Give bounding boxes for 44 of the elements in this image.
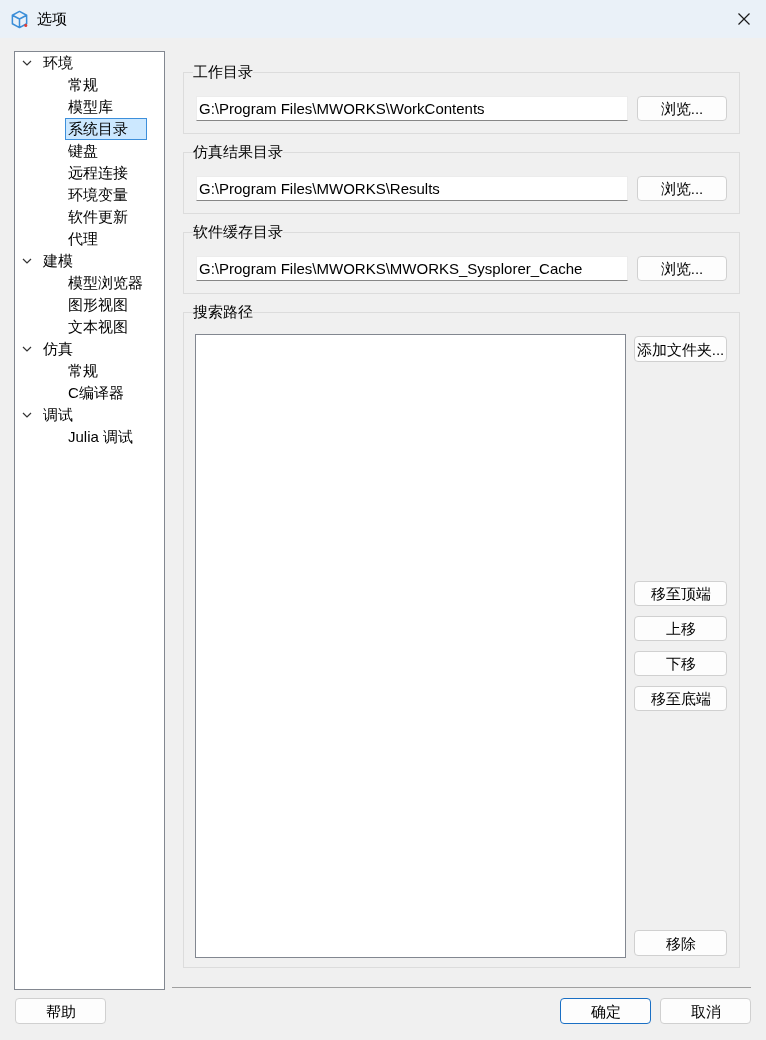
tree-item[interactable]: 环境变量	[65, 184, 147, 206]
path-field[interactable]: G:\Program Files\MWORKS\Results	[196, 176, 628, 201]
group-title: 仿真结果目录	[193, 142, 283, 162]
tree-item[interactable]: 模型浏览器	[65, 272, 162, 294]
tree-item[interactable]: 环境	[40, 52, 80, 74]
chevron-down-icon[interactable]	[22, 256, 32, 266]
move-to-bottom-button[interactable]: 移至底端	[634, 686, 727, 711]
tree-item[interactable]: 模型库	[65, 96, 132, 118]
tree-item[interactable]: 建模	[40, 250, 80, 272]
path-field[interactable]: G:\Program Files\MWORKS\WorkContents	[196, 96, 628, 121]
chevron-down-icon[interactable]	[22, 58, 32, 68]
path-field[interactable]: G:\Program Files\MWORKS\MWORKS_Sysplorer_Cache	[196, 256, 628, 281]
move-to-top-button[interactable]: 移至顶端	[634, 581, 727, 606]
chevron-down-icon[interactable]	[22, 344, 32, 354]
tree-item[interactable]: 系统目录	[65, 118, 147, 140]
tree-item[interactable]: 代理	[65, 228, 117, 250]
add-folder-button[interactable]: 添加文件夹...	[634, 336, 727, 362]
tree-item[interactable]: C编译器	[65, 382, 143, 404]
cancel-button[interactable]: 取消	[660, 998, 751, 1024]
move-up-button[interactable]: 上移	[634, 616, 727, 641]
ok-button[interactable]: 确定	[560, 998, 651, 1024]
tree-item[interactable]: 仿真	[40, 338, 80, 360]
tree-item[interactable]: 软件更新	[65, 206, 147, 228]
close-icon[interactable]	[738, 13, 750, 25]
group-title: 工作目录	[193, 62, 253, 82]
tree-item[interactable]: 常规	[65, 360, 117, 382]
browse-button[interactable]: 浏览...	[637, 96, 727, 121]
remove-button[interactable]: 移除	[634, 930, 727, 956]
move-down-button[interactable]: 下移	[634, 651, 727, 676]
group-title: 搜索路径	[193, 302, 253, 322]
tree-item[interactable]: 远程连接	[65, 162, 147, 184]
tree-item[interactable]: 常规	[65, 74, 117, 96]
browse-button[interactable]: 浏览...	[637, 256, 727, 281]
group-title: 软件缓存目录	[193, 222, 283, 242]
tree-item[interactable]: Julia 调试	[65, 426, 153, 448]
cube-icon	[10, 9, 29, 29]
browse-button[interactable]: 浏览...	[637, 176, 727, 201]
window-title: 选项	[37, 9, 67, 29]
chevron-down-icon[interactable]	[22, 410, 32, 420]
tree-item[interactable]: 调试	[40, 404, 80, 426]
tree-item[interactable]: 键盘	[65, 140, 117, 162]
help-button[interactable]: 帮助	[15, 998, 106, 1024]
tree-item[interactable]: 图形视图	[65, 294, 147, 316]
tree-item[interactable]: 文本视图	[65, 316, 147, 338]
